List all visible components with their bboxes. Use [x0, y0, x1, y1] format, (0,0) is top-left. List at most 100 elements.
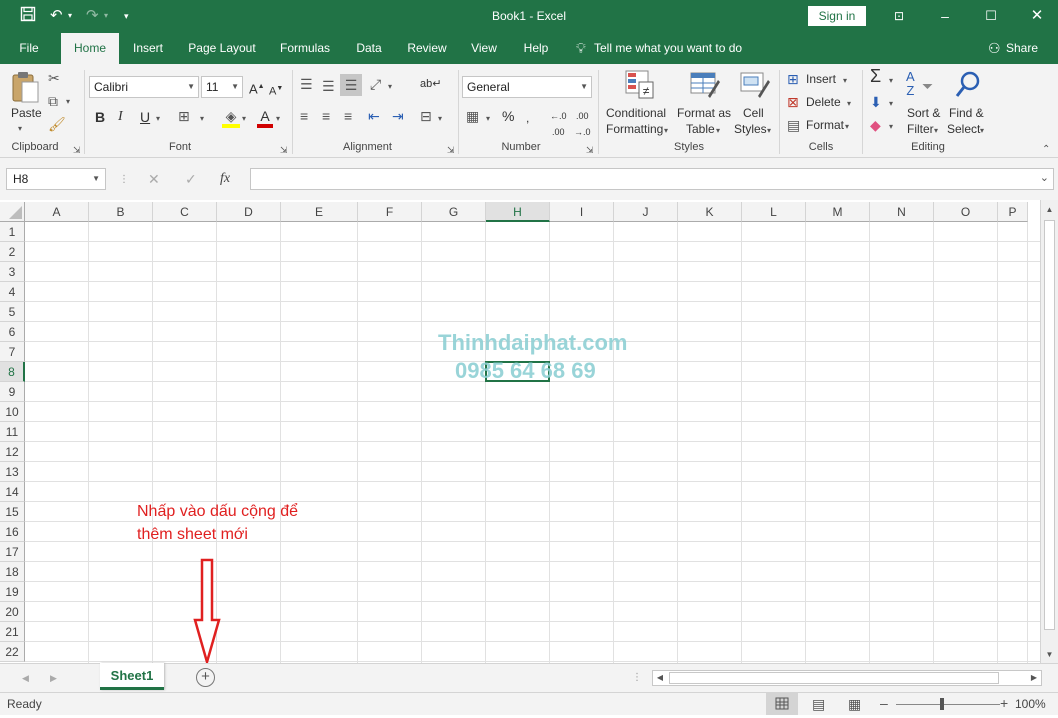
row-header-22[interactable]: 22 [0, 642, 25, 662]
vertical-scroll-thumb[interactable] [1044, 220, 1055, 630]
zoom-level[interactable]: 100% [1015, 697, 1046, 711]
column-header-A[interactable]: A [25, 202, 89, 222]
copy-icon[interactable]: ⧉ [48, 93, 58, 109]
borders-icon[interactable]: ⊞ [178, 108, 190, 124]
row-header-11[interactable]: 11 [0, 422, 25, 442]
row-header-6[interactable]: 6 [0, 322, 25, 342]
tab-data[interactable]: Data [346, 33, 392, 64]
delete-cells-icon[interactable]: ⊠ [787, 94, 799, 110]
font-size-select[interactable]: 11 ▼ [201, 76, 243, 98]
format-as-table-label-2[interactable]: Table [686, 122, 715, 136]
font-color-dropdown-icon[interactable]: ▾ [276, 111, 280, 127]
delete-dropdown-icon[interactable]: ▾ [847, 96, 851, 112]
number-format-select[interactable]: General ▼ [462, 76, 592, 98]
row-header-1[interactable]: 1 [0, 222, 25, 242]
underline-button[interactable]: U [140, 109, 150, 125]
find-select-label-1[interactable]: Find & [949, 106, 984, 120]
tell-me-search[interactable]: Tell me what you want to do [594, 33, 742, 64]
alignment-launcher-icon[interactable]: ⇲ [447, 142, 455, 158]
align-right-icon[interactable]: ≡ [344, 108, 352, 124]
underline-dropdown-icon[interactable]: ▾ [156, 111, 160, 127]
align-center-icon[interactable]: ≡ [322, 108, 330, 124]
accounting-format-icon[interactable]: ▦ [466, 108, 479, 124]
tab-review[interactable]: Review [400, 33, 454, 64]
tab-insert[interactable]: Insert [124, 33, 172, 64]
align-left-icon[interactable]: ≡ [300, 108, 308, 124]
copy-dropdown-icon[interactable]: ▾ [66, 94, 70, 110]
row-header-12[interactable]: 12 [0, 442, 25, 462]
zoom-in-icon[interactable]: + [1000, 695, 1008, 711]
format-painter-icon[interactable]: 🖌︎ [48, 116, 66, 132]
minimize-icon[interactable]: – [930, 4, 960, 28]
format-as-table-label-1[interactable]: Format as [677, 106, 731, 120]
column-header-P[interactable]: P [998, 202, 1028, 222]
row-header-15[interactable]: 15 [0, 502, 25, 522]
row-header-16[interactable]: 16 [0, 522, 25, 542]
expand-formula-icon[interactable]: ⌄ [1040, 171, 1049, 184]
cancel-entry-icon[interactable]: ✕ [148, 171, 160, 187]
scroll-right-icon[interactable]: ▶ [1027, 671, 1041, 685]
tab-page-layout[interactable]: Page Layout [182, 33, 262, 64]
paste-button-label[interactable]: Paste [11, 106, 42, 120]
format-cells-icon[interactable]: ▤ [787, 117, 800, 133]
page-layout-view-icon[interactable]: ▤ [812, 696, 825, 712]
merge-dropdown-icon[interactable]: ▾ [438, 111, 442, 127]
column-header-H[interactable]: H [486, 202, 550, 222]
share-button[interactable]: Share [1006, 33, 1038, 64]
increase-decimal-icon[interactable]: ←.0.00 [550, 108, 567, 140]
zoom-slider-thumb[interactable] [940, 698, 944, 710]
column-header-K[interactable]: K [678, 202, 742, 222]
cell-styles-label-1[interactable]: Cell [743, 106, 764, 120]
collapse-ribbon-icon[interactable]: ⌃ [1042, 142, 1050, 158]
row-header-3[interactable]: 3 [0, 262, 25, 282]
row-header-17[interactable]: 17 [0, 542, 25, 562]
paste-icon[interactable] [10, 70, 40, 106]
tab-view[interactable]: View [462, 33, 506, 64]
tab-split-grip-icon[interactable]: ⋮ [632, 670, 642, 686]
format-cells-label[interactable]: Format [806, 118, 844, 132]
scroll-down-icon[interactable]: ▼ [1041, 647, 1058, 663]
sort-filter-icon[interactable]: AZ [906, 70, 915, 98]
sheet-tab-sheet1[interactable]: Sheet1 [100, 663, 164, 690]
insert-dropdown-icon[interactable]: ▾ [843, 73, 847, 89]
cut-icon[interactable]: ✂ [48, 70, 60, 86]
autosum-icon[interactable]: Σ [870, 67, 881, 85]
sort-filter-label-2[interactable]: Filter [907, 122, 934, 136]
column-header-J[interactable]: J [614, 202, 678, 222]
accounting-dropdown-icon[interactable]: ▾ [486, 111, 490, 127]
ribbon-display-options-icon[interactable]: ⊡ [884, 4, 914, 28]
confirm-entry-icon[interactable]: ✓ [185, 171, 197, 187]
italic-button[interactable]: I [118, 109, 123, 125]
insert-function-button[interactable]: fx [220, 171, 230, 187]
vertical-scrollbar[interactable]: ▲ ▼ [1040, 200, 1058, 663]
prev-sheet-icon[interactable]: ◀ [22, 670, 29, 686]
conditional-formatting-label-1[interactable]: Conditional [606, 106, 666, 120]
column-header-N[interactable]: N [870, 202, 934, 222]
name-box[interactable]: H8 ▼ [6, 168, 106, 190]
clear-icon[interactable]: ◆ [870, 117, 881, 133]
fill-dropdown-icon[interactable]: ▾ [889, 96, 893, 112]
horizontal-scroll-thumb[interactable] [669, 672, 999, 684]
find-select-icon[interactable] [954, 70, 982, 103]
column-header-C[interactable]: C [153, 202, 217, 222]
select-all-corner[interactable] [0, 202, 25, 222]
merge-center-icon[interactable]: ⊟ [420, 108, 432, 124]
row-header-18[interactable]: 18 [0, 562, 25, 582]
scroll-up-icon[interactable]: ▲ [1041, 202, 1058, 218]
row-header-20[interactable]: 20 [0, 602, 25, 622]
column-header-L[interactable]: L [742, 202, 806, 222]
decrease-font-icon[interactable]: A▼ [269, 81, 283, 100]
middle-align-icon[interactable]: ☰ [322, 78, 335, 94]
orientation-icon[interactable]: ⤢ [370, 76, 381, 92]
decrease-decimal-icon[interactable]: .00 →.0 [574, 108, 591, 140]
row-header-19[interactable]: 19 [0, 582, 25, 602]
bold-button[interactable]: B [95, 109, 105, 125]
format-as-table-dropdown-icon[interactable]: ▾ [716, 123, 720, 139]
conditional-formatting-dropdown-icon[interactable]: ▾ [664, 123, 668, 139]
sign-in-button[interactable]: Sign in [808, 6, 866, 26]
column-header-D[interactable]: D [217, 202, 281, 222]
column-header-M[interactable]: M [806, 202, 870, 222]
increase-font-icon[interactable]: A▲ [249, 79, 265, 97]
font-launcher-icon[interactable]: ⇲ [280, 142, 288, 158]
increase-indent-icon[interactable]: ⇥ [392, 108, 404, 124]
